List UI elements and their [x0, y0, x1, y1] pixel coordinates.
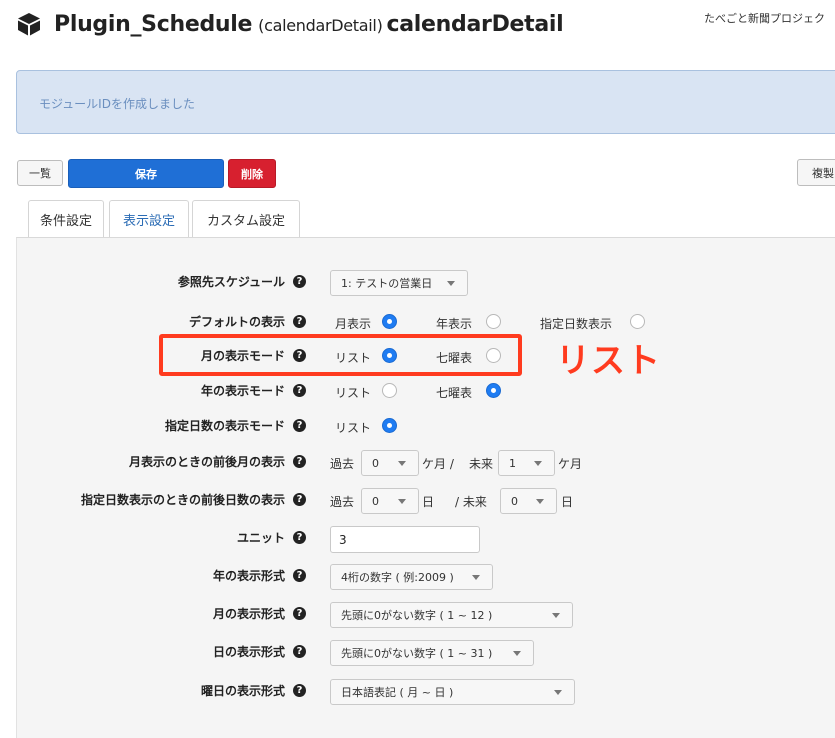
caret-down-icon [398, 461, 406, 466]
radio-days-list[interactable] [382, 418, 397, 433]
help-icon[interactable]: ? [293, 315, 306, 328]
month-future-label: 未来 [469, 457, 494, 471]
month-past-unit: ケ月 / [422, 457, 454, 471]
weekday-format-value: 日本語表記 ( 月 ~ 日 ) [341, 686, 454, 699]
help-icon[interactable]: ? [293, 493, 306, 506]
page-title: Plugin_Schedule (calendarDetail) calendarD… [54, 11, 564, 37]
tab-display[interactable]: 表示設定 [109, 200, 189, 238]
schedule-select[interactable]: 1: テストの営業日 [330, 270, 468, 296]
help-icon[interactable]: ? [293, 275, 306, 288]
unit-input[interactable]: 3 [330, 526, 480, 553]
radio-year-view[interactable] [486, 314, 501, 329]
unit-label: ユニット [236, 531, 285, 545]
help-icon[interactable]: ? [293, 645, 306, 658]
year-format-value: 4桁の数字 ( 例:2009 ) [341, 571, 454, 584]
tab-condition[interactable]: 条件設定 [28, 200, 104, 238]
days-past-select[interactable]: 0 [361, 488, 419, 514]
default-view-label: デフォルトの表示 [188, 315, 285, 329]
radio-month-view[interactable] [382, 314, 397, 329]
month-past-select[interactable]: 0 [361, 450, 419, 476]
help-icon[interactable]: ? [293, 455, 306, 468]
help-icon[interactable]: ? [293, 569, 306, 582]
radio-label-year-calendar: 七曜表 [436, 386, 473, 400]
caret-down-icon [398, 499, 406, 504]
radio-label-days-list: リスト [335, 421, 372, 435]
caret-down-icon [536, 499, 544, 504]
caret-down-icon [554, 690, 562, 695]
radio-year-list[interactable] [382, 383, 397, 398]
month-future-unit: ケ月 [558, 457, 583, 471]
list-button[interactable]: 一覧 [17, 160, 63, 186]
radio-label-year: 年表示 [436, 317, 473, 331]
weekday-format-select[interactable]: 日本語表記 ( 月 ~ 日 ) [330, 679, 575, 705]
site-name: たべごと新聞プロジェク [704, 12, 825, 25]
year-format-label: 年の表示形式 [212, 569, 285, 583]
schedule-label: 参照先スケジュール [177, 275, 285, 289]
days-future-label: / 未来 [455, 495, 487, 509]
schedule-select-value: 1: テストの営業日 [341, 277, 433, 290]
radio-label-month: 月表示 [335, 317, 372, 331]
annotation-highlight-box [159, 334, 522, 376]
title-sub: (calendarDetail) [258, 15, 383, 35]
caret-down-icon [552, 613, 560, 618]
radio-days-view[interactable] [630, 314, 645, 329]
days-future-unit: 日 [561, 495, 574, 509]
radio-label-year-list: リスト [335, 386, 372, 400]
month-format-value: 先頭に0がない数字 ( 1 ~ 12 ) [341, 609, 493, 622]
delete-button[interactable]: 削除 [228, 159, 276, 188]
day-format-value: 先頭に0がない数字 ( 1 ~ 31 ) [341, 647, 493, 660]
days-future-select[interactable]: 0 [500, 488, 557, 514]
radio-year-calendar[interactable] [486, 383, 501, 398]
month-range-label: 月表示のときの前後月の表示 [128, 455, 285, 469]
year-mode-label: 年の表示モード [200, 384, 285, 398]
days-future-value: 0 [511, 494, 518, 508]
month-format-label: 月の表示形式 [212, 607, 285, 621]
title-tail: calendarDetail [386, 11, 564, 37]
radio-label-days: 指定日数表示 [540, 317, 613, 331]
month-future-value: 1 [509, 456, 516, 470]
tab-custom[interactable]: カスタム設定 [192, 200, 300, 238]
save-button[interactable]: 保存 [68, 159, 224, 188]
caret-down-icon [513, 651, 521, 656]
days-past-label: 過去 [330, 495, 355, 509]
day-format-select[interactable]: 先頭に0がない数字 ( 1 ~ 31 ) [330, 640, 534, 666]
days-past-unit: 日 [422, 495, 435, 509]
help-icon[interactable]: ? [293, 419, 306, 432]
caret-down-icon [447, 281, 455, 286]
caret-down-icon [472, 575, 480, 580]
page-header: Plugin_Schedule (calendarDetail) calendarD… [16, 8, 564, 40]
month-format-select[interactable]: 先頭に0がない数字 ( 1 ~ 12 ) [330, 602, 573, 628]
module-cube-icon [18, 13, 40, 36]
caret-down-icon [534, 461, 542, 466]
help-icon[interactable]: ? [293, 607, 306, 620]
annotation-text: リスト [556, 341, 661, 381]
month-future-select[interactable]: 1 [498, 450, 555, 476]
weekday-format-label: 曜日の表示形式 [200, 684, 285, 698]
help-icon[interactable]: ? [293, 384, 306, 397]
copy-button[interactable]: 複製 [797, 159, 835, 186]
days-range-label: 指定日数表示のときの前後日数の表示 [80, 493, 285, 507]
title-main: Plugin_Schedule [54, 11, 253, 37]
month-past-value: 0 [372, 456, 379, 470]
year-format-select[interactable]: 4桁の数字 ( 例:2009 ) [330, 564, 493, 590]
alert-message: モジュールIDを作成しました [39, 97, 195, 111]
day-format-label: 日の表示形式 [212, 645, 285, 659]
month-past-label: 過去 [330, 457, 355, 471]
days-mode-label: 指定日数の表示モード [164, 419, 285, 433]
help-icon[interactable]: ? [293, 684, 306, 697]
help-icon[interactable]: ? [293, 531, 306, 544]
success-alert: モジュールIDを作成しました [16, 70, 835, 134]
days-past-value: 0 [372, 494, 379, 508]
